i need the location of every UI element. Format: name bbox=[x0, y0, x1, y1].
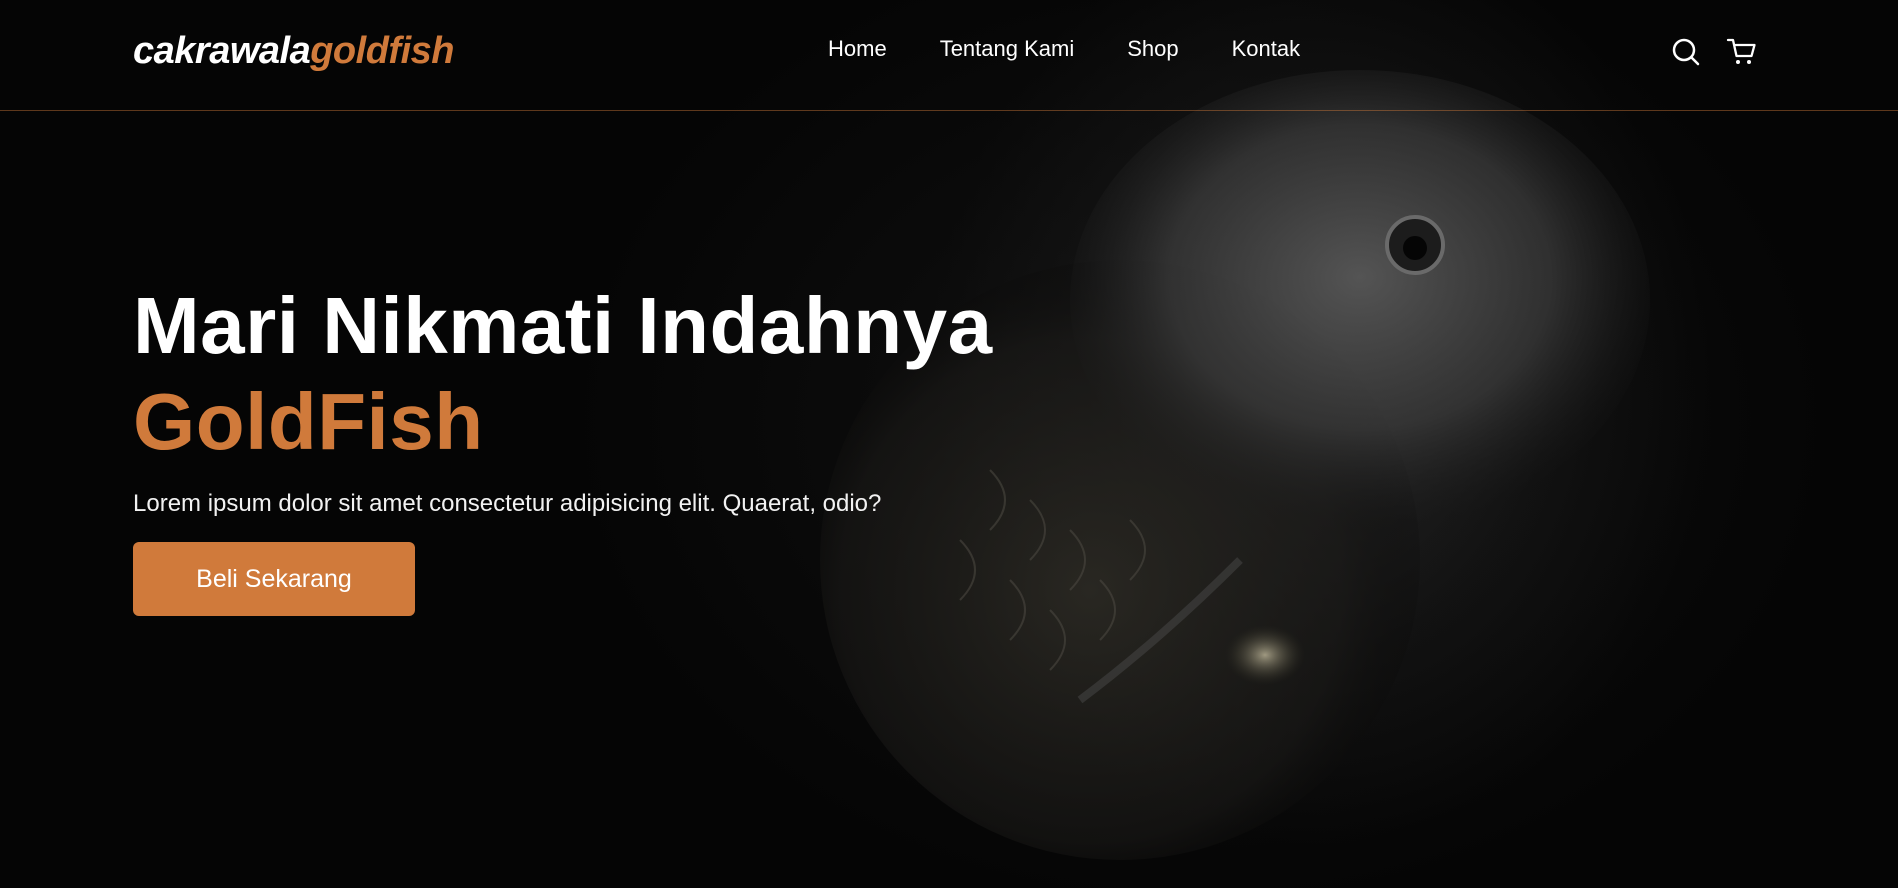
nav-link-shop[interactable]: Shop bbox=[1127, 36, 1178, 62]
nav-icons bbox=[1670, 36, 1758, 68]
nav-link-kontak[interactable]: Kontak bbox=[1232, 36, 1301, 62]
navbar: cakrawalagoldfish Home Tentang Kami Shop… bbox=[0, 0, 1898, 111]
hero-subtitle: Lorem ipsum dolor sit amet consectetur a… bbox=[133, 490, 882, 517]
hero-title-line1: Mari Nikmati Indahnya bbox=[133, 281, 993, 370]
nav-link-tentang-kami[interactable]: Tentang Kami bbox=[940, 36, 1075, 62]
brand-name-part1: cakrawala bbox=[133, 30, 311, 72]
nav-links: Home Tentang Kami Shop Kontak bbox=[828, 36, 1300, 62]
brand-name-part2: goldfish bbox=[310, 30, 454, 72]
hero-title: Mari Nikmati Indahnya GoldFish bbox=[133, 278, 993, 470]
buy-now-button[interactable]: Beli Sekarang bbox=[133, 542, 415, 616]
brand-logo[interactable]: cakrawalagoldfish bbox=[133, 30, 454, 73]
hero-title-line2: GoldFish bbox=[133, 377, 484, 466]
search-icon[interactable] bbox=[1670, 36, 1702, 68]
nav-link-home[interactable]: Home bbox=[828, 36, 887, 62]
shopping-cart-icon[interactable] bbox=[1726, 36, 1758, 68]
